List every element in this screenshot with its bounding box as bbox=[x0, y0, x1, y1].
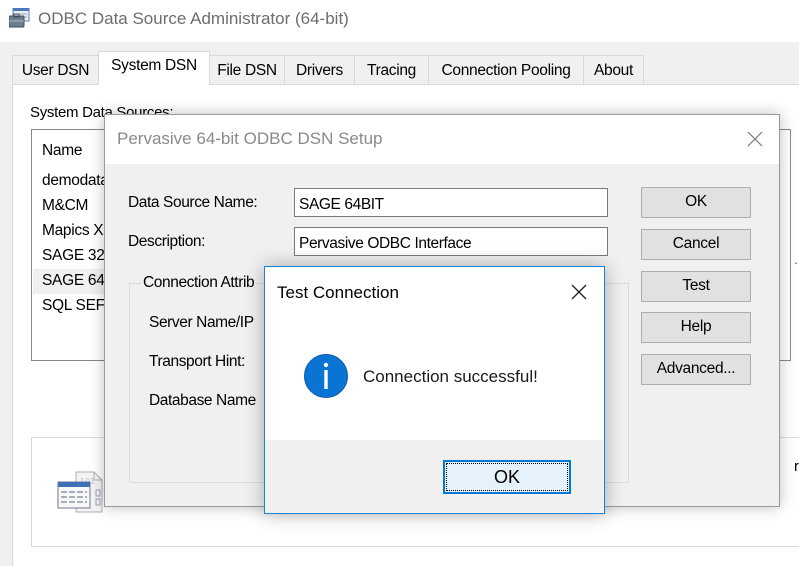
test-connection-footer: OK bbox=[265, 440, 604, 513]
help-button[interactable]: Help bbox=[641, 312, 751, 343]
dsn-dialog-titlebar: Pervasive 64-bit ODBC DSN Setup bbox=[105, 115, 779, 164]
tab-user-dsn[interactable]: User DSN bbox=[12, 55, 99, 84]
description-label: Description: bbox=[128, 233, 206, 250]
test-connection-dialog: Test Connection Connection successful! O… bbox=[264, 266, 605, 514]
ok-button[interactable]: OK bbox=[641, 187, 751, 218]
tab-about[interactable]: About bbox=[583, 55, 644, 84]
database-name-label: Database Name bbox=[149, 392, 256, 409]
info-icon bbox=[304, 354, 348, 398]
close-icon[interactable] bbox=[741, 125, 769, 153]
connection-message: Connection successful! bbox=[363, 367, 538, 386]
odbc-admin-app-icon bbox=[9, 8, 30, 28]
test-button[interactable]: Test bbox=[641, 271, 751, 302]
close-icon[interactable] bbox=[565, 278, 593, 306]
tab-system-dsn[interactable]: System DSN bbox=[98, 51, 210, 85]
server-name-label: Server Name/IP bbox=[149, 314, 254, 331]
data-source-name-input[interactable] bbox=[294, 188, 608, 217]
transport-hint-label: Transport Hint: bbox=[149, 353, 245, 370]
dsn-dialog-title: Pervasive 64-bit ODBC DSN Setup bbox=[117, 129, 383, 148]
tab-connection-pooling[interactable]: Connection Pooling bbox=[428, 55, 584, 84]
tab-drivers[interactable]: Drivers bbox=[284, 55, 355, 84]
data-source-name-label: Data Source Name: bbox=[128, 194, 258, 211]
cancel-button[interactable]: Cancel bbox=[641, 229, 751, 260]
tab-tracing[interactable]: Tracing bbox=[354, 55, 429, 84]
connection-attributes-label: Connection Attrib bbox=[141, 274, 257, 292]
window-title: ODBC Data Source Administrator (64-bit) bbox=[38, 9, 349, 28]
ok-button[interactable]: OK bbox=[443, 460, 571, 494]
main-titlebar: ODBC Data Source Administrator (64-bit) bbox=[0, 0, 799, 42]
list-column-header-name[interactable]: Name bbox=[42, 142, 82, 160]
test-connection-title: Test Connection bbox=[277, 283, 399, 302]
data-source-file-icon: 101 bbox=[57, 471, 103, 513]
advanced-button[interactable]: Advanced... bbox=[641, 354, 751, 385]
tab-file-dsn[interactable]: File DSN bbox=[209, 55, 285, 84]
configure-button-label: ... bbox=[794, 251, 799, 267]
info-box-text: rovi bbox=[794, 458, 799, 475]
description-input[interactable] bbox=[294, 227, 608, 256]
